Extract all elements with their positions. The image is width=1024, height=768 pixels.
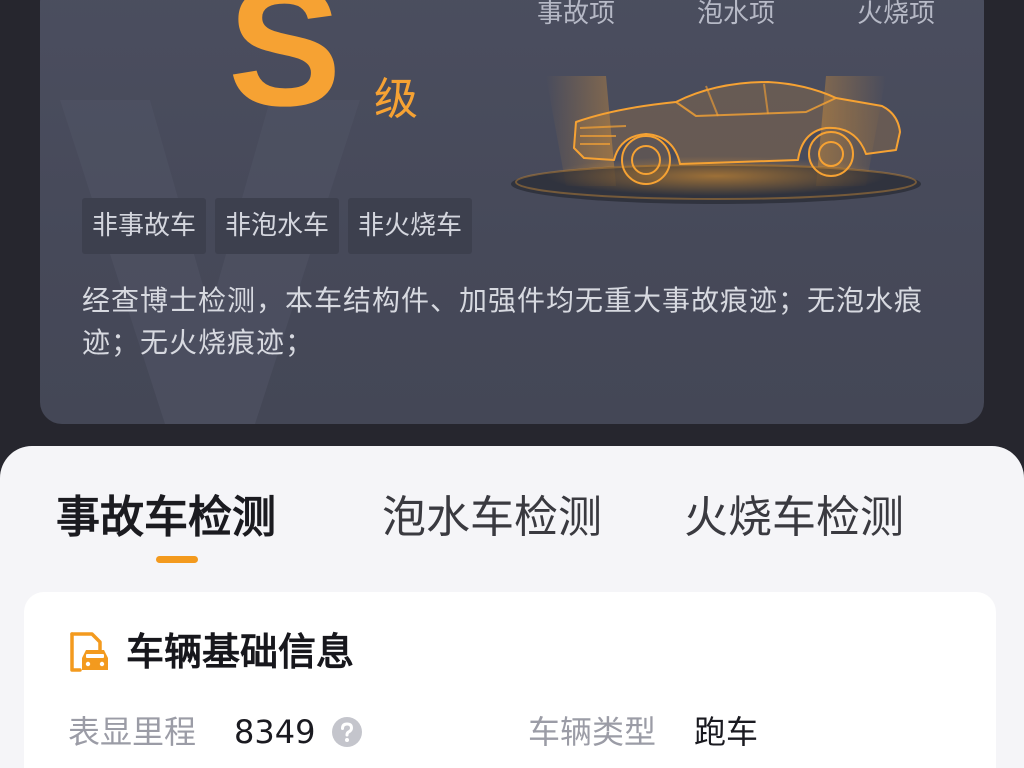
sports-car-wireframe-icon [511, 76, 921, 204]
category-flood[interactable]: 泡水项 [686, 0, 786, 30]
vehicle-info-title: 车辆基础信息 [126, 630, 355, 674]
grade-suffix: 级 [374, 74, 418, 125]
car-document-icon [70, 632, 108, 672]
mileage-label: 表显里程 [68, 713, 197, 751]
detection-tabs: 事故车检测 泡水车检测 火烧车检测 [0, 490, 1024, 570]
category-accident[interactable]: 事故项 [526, 0, 626, 30]
tab-flood-detection[interactable]: 泡水车检测 [382, 490, 602, 546]
field-mileage: 表显里程 8349 [68, 712, 363, 752]
vehicle-info-card: 车辆基础信息 表显里程 8349 车辆类型 跑车 [24, 592, 996, 768]
vehicle-type-value: 跑车 [694, 713, 759, 751]
inspection-categories: 事故项 泡水项 火烧项 [526, 0, 946, 30]
tag-non-flood: 非泡水车 [215, 198, 340, 254]
tag-non-accident: 非事故车 [82, 198, 207, 254]
help-icon[interactable] [331, 716, 363, 748]
grade-letter: S [228, 0, 341, 142]
status-tags: 非事故车 非泡水车 非火烧车 [82, 198, 473, 254]
inspection-report-card: 事故项 泡水项 火烧项 S 级 非事故车 非泡水车 非火烧车 经查博士检测，本车… [40, 0, 984, 424]
vehicle-type-label: 车辆类型 [528, 713, 657, 751]
inspection-summary: 经查博士检测，本车结构件、加强件均无重大事故痕迹；无泡水痕迹；无火烧痕迹； [82, 284, 924, 359]
tab-fire-detection[interactable]: 火烧车检测 [684, 490, 904, 546]
tab-accident-detection[interactable]: 事故车检测 [56, 490, 276, 546]
category-fire[interactable]: 火烧项 [846, 0, 946, 30]
field-vehicle-type: 车辆类型 跑车 [528, 712, 758, 752]
tag-non-fire: 非火烧车 [348, 198, 473, 254]
mileage-value: 8349 [234, 713, 316, 751]
vehicle-info-header: 车辆基础信息 [64, 628, 354, 676]
active-tab-indicator [156, 556, 198, 563]
